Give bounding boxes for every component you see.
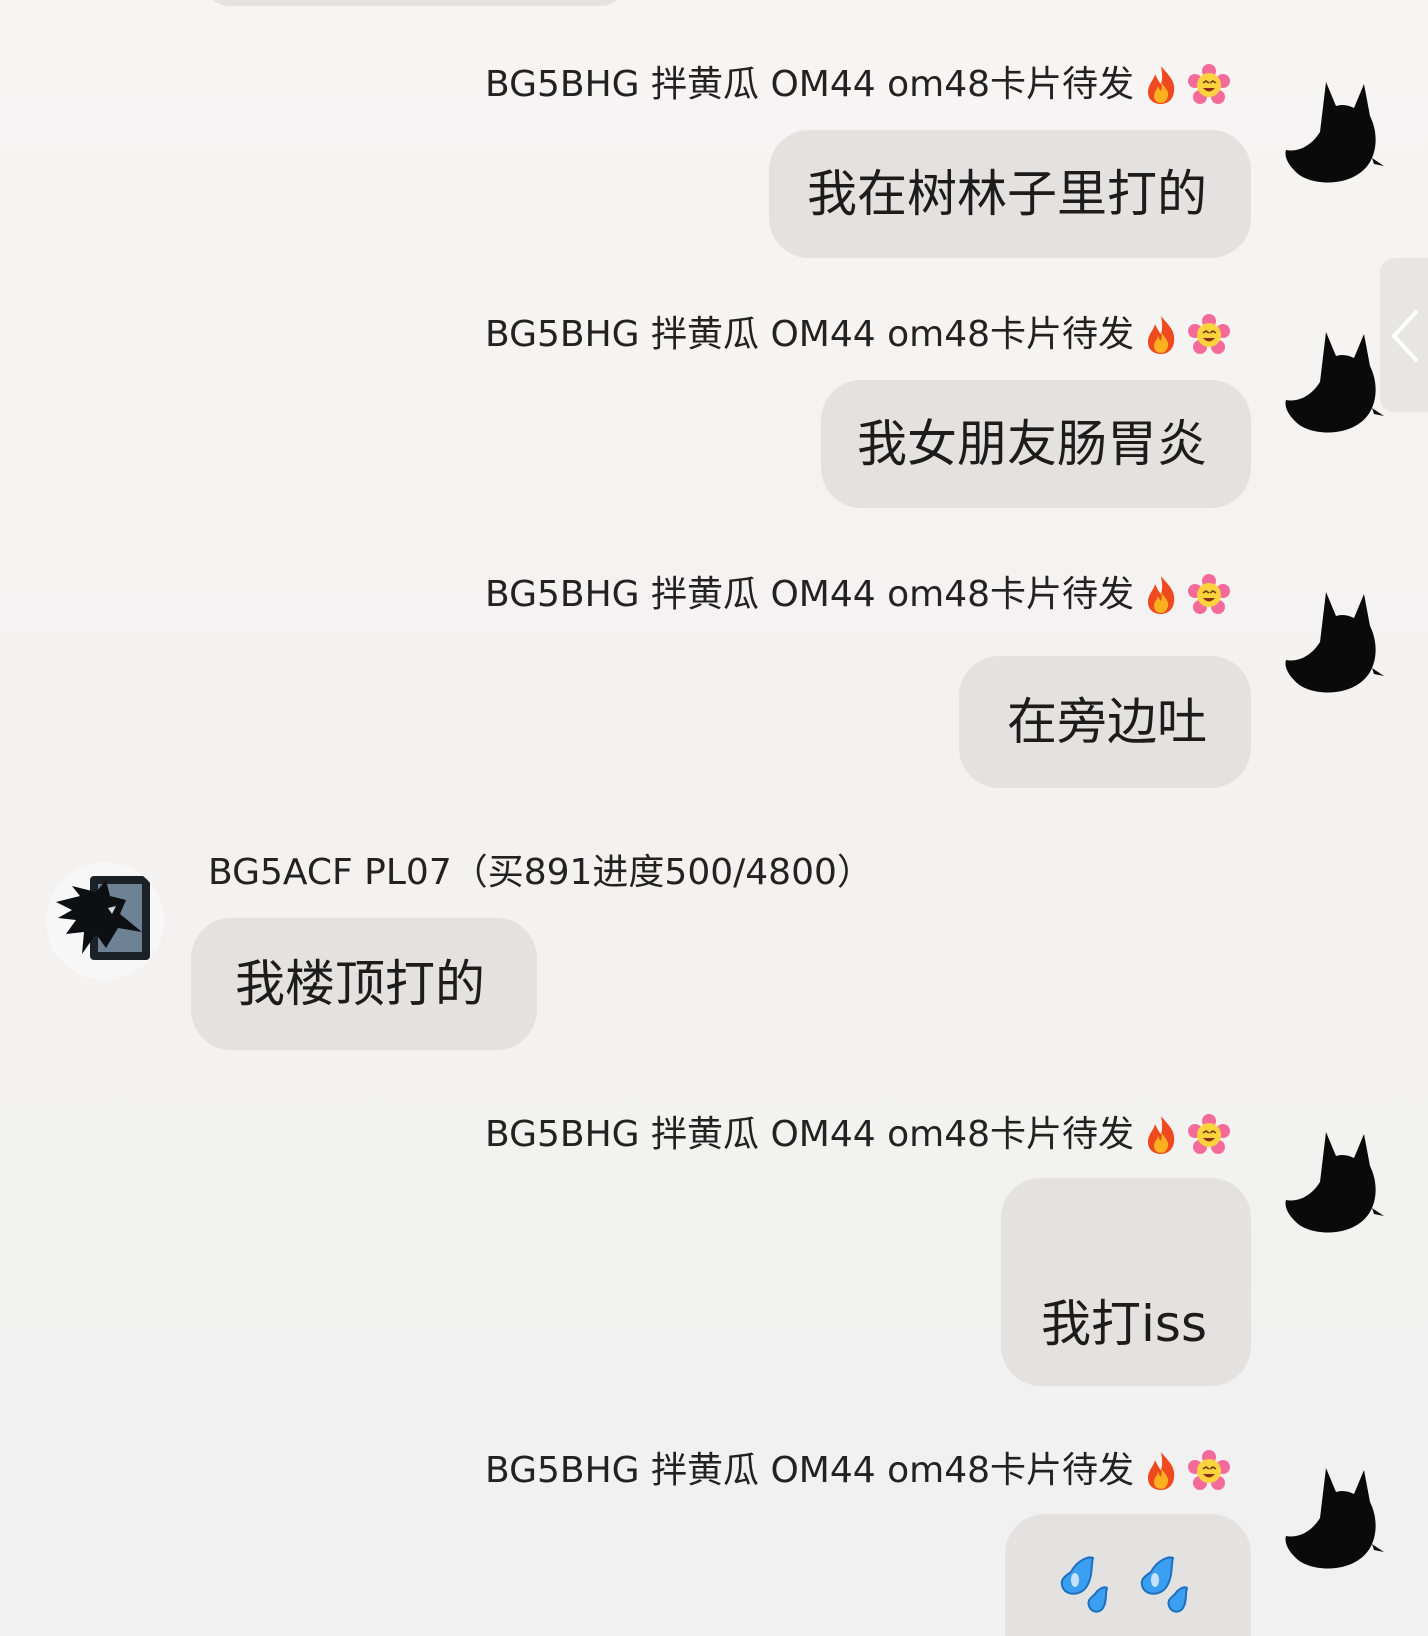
message-bubble[interactable]: 我楼顶打的 — [191, 918, 537, 1050]
message-row: BG5ACF PL07（买891进度500/4800） 我楼顶打的 — [0, 850, 1428, 1060]
message-row: BG5BHG 拌黄瓜 OM44 om48卡片待发 💦💦 — [0, 1448, 1428, 1636]
black-cat-avatar-icon[interactable] — [1280, 1124, 1388, 1242]
black-cat-avatar-icon[interactable] — [1280, 1460, 1388, 1578]
message-row: BG5BHG 拌黄瓜 OM44 om48卡片待发 我打iss — [0, 1112, 1428, 1412]
sender-name: BG5BHG 拌黄瓜 OM44 om48卡片待发 — [485, 62, 1230, 107]
fire-emoji-icon — [1148, 66, 1175, 104]
message-bubble[interactable]: 我女朋友肠胃炎 — [821, 380, 1251, 508]
message-row: BG5BHG 拌黄瓜 OM44 om48卡片待发 我女朋友肠胃炎 — [0, 312, 1428, 522]
sender-name: BG5ACF PL07（买891进度500/4800） — [208, 852, 873, 893]
message-row: BG5BHG 拌黄瓜 OM44 om48卡片待发 在旁边吐 — [0, 572, 1428, 788]
wolf-logo-avatar-icon[interactable] — [46, 862, 164, 980]
message-bubble[interactable]: 在旁边吐 — [959, 656, 1251, 788]
previous-message-bubble[interactable] — [200, 0, 630, 6]
sender-name: BG5BHG 拌黄瓜 OM44 om48卡片待发 — [485, 1448, 1230, 1493]
chat-message-list[interactable]: BG5BHG 拌黄瓜 OM44 om48卡片待发 我在树林子里打的 BG5BHG… — [0, 0, 1428, 1636]
black-cat-avatar-icon[interactable] — [1280, 324, 1388, 442]
fire-emoji-icon — [1148, 316, 1175, 354]
message-row: BG5BHG 拌黄瓜 OM44 om48卡片待发 我在树林子里打的 — [0, 62, 1428, 272]
chevron-left-icon — [1392, 310, 1418, 362]
flower-smile-emoji-icon — [1188, 1114, 1230, 1154]
message-bubble[interactable]: 我打iss — [1001, 1178, 1251, 1386]
sweat-droplets-emoji-icon — [1060, 1556, 1189, 1613]
flower-smile-emoji-icon — [1188, 314, 1230, 354]
sender-name: BG5BHG 拌黄瓜 OM44 om48卡片待发 — [485, 572, 1230, 617]
fire-emoji-icon — [1148, 1116, 1175, 1154]
fire-emoji-icon — [1148, 576, 1175, 614]
black-cat-avatar-icon[interactable] — [1280, 74, 1388, 192]
message-bubble[interactable]: 我在树林子里打的 — [769, 130, 1251, 258]
message-bubble[interactable]: 💦💦 — [1005, 1514, 1251, 1636]
sender-name: BG5BHG 拌黄瓜 OM44 om48卡片待发 — [485, 1112, 1230, 1157]
flower-smile-emoji-icon — [1188, 1450, 1230, 1490]
flower-smile-emoji-icon — [1188, 574, 1230, 614]
black-cat-avatar-icon[interactable] — [1280, 584, 1388, 702]
side-panel-handle[interactable] — [1380, 258, 1428, 412]
flower-smile-emoji-icon — [1188, 64, 1230, 104]
sender-name: BG5BHG 拌黄瓜 OM44 om48卡片待发 — [485, 312, 1230, 357]
fire-emoji-icon — [1148, 1452, 1175, 1490]
